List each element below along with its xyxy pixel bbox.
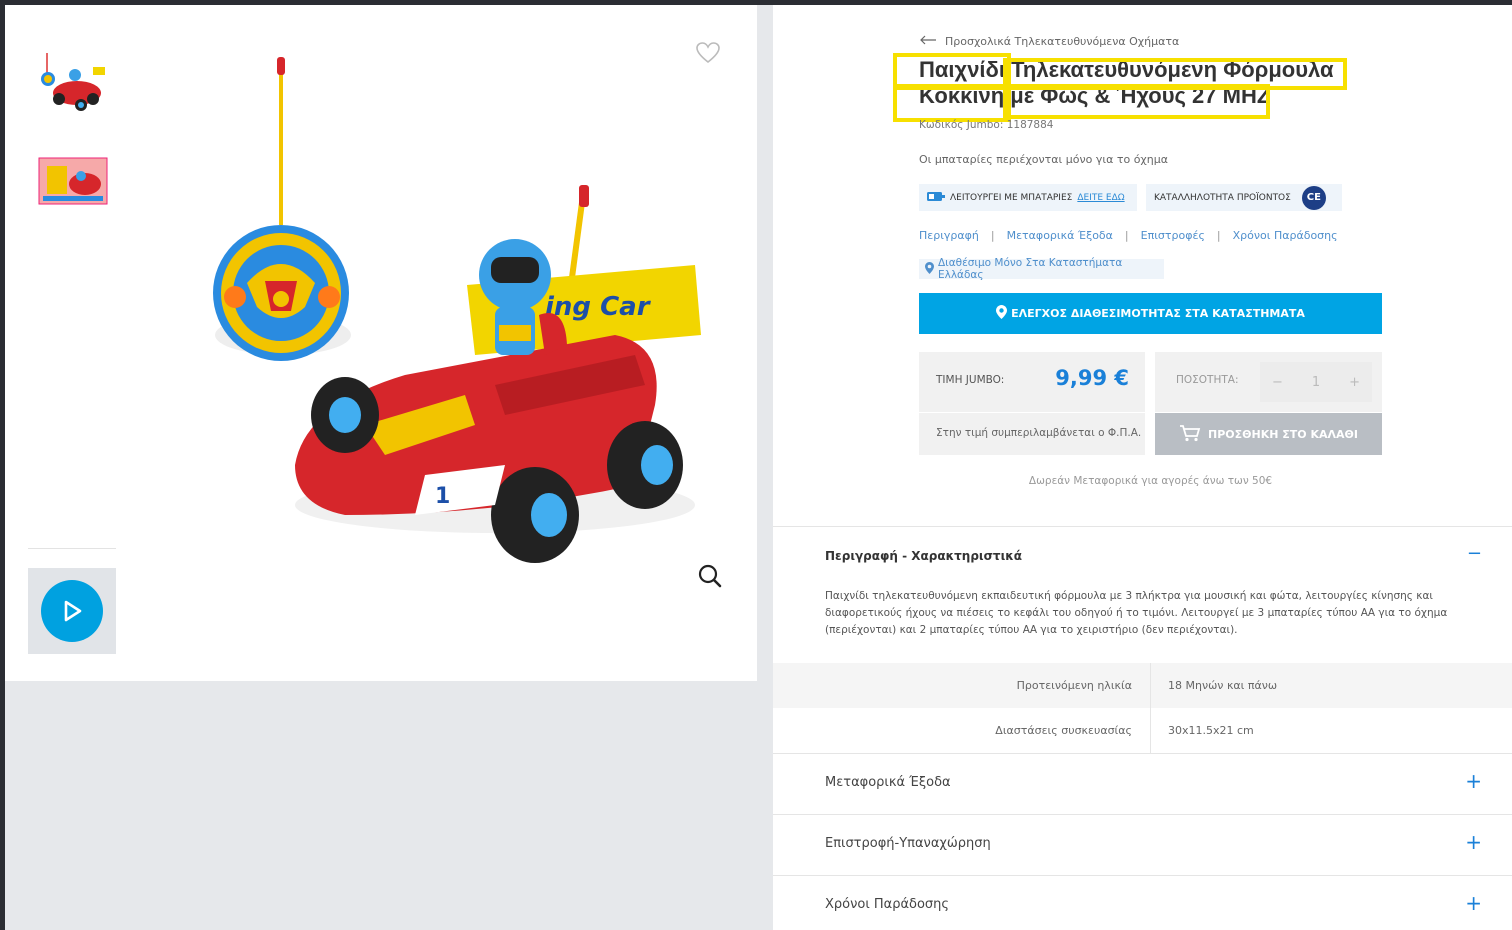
spec-divider [1150, 708, 1151, 753]
accordion-returns[interactable]: Επιστροφή-Υπαναχώρηση + [773, 815, 1512, 876]
batteries-see-here-link[interactable]: ΔΕΙΤΕ ΕΔΩ [1077, 193, 1124, 203]
check-availability-button[interactable]: ΕΛΕΓΧΟΣ ΔΙΑΘΕΣΙΜΟΤΗΤΑΣ ΣΤΑ ΚΑΤΑΣΤΗΜΑΤΑ [919, 293, 1382, 334]
add-to-cart-button[interactable]: ΠΡΟΣΘΗΚΗ ΣΤΟ ΚΑΛΑΘΙ [1155, 413, 1382, 455]
breadcrumb[interactable]: Προσχολικά Τηλεκατευθυνόμενα Οχήματα [919, 35, 1179, 48]
product-main-image[interactable]: ing Car 1 [195, 45, 715, 565]
spec-key: Προτεινόμενη ηλικία [1016, 679, 1132, 692]
vat-box: Στην τιμή συμπεριλαμβάνεται ο Φ.Π.Α. [919, 413, 1145, 455]
stores-only-badge: Διαθέσιμο Μόνο Στα Καταστήματα Ελλάδας [919, 257, 1164, 281]
expand-toggle[interactable]: + [1465, 830, 1482, 854]
svg-text:1: 1 [435, 484, 450, 509]
free-shipping-note: Δωρεάν Μεταφορικά για αγορές άνω των 50€ [1028, 475, 1273, 487]
svg-text:ing Car: ing Car [545, 292, 652, 322]
spec-value: 18 Μηνών και πάνω [1168, 679, 1278, 692]
tab-separator: | [1124, 229, 1129, 242]
price-label: ΤΙΜΗ JUMBO: [936, 374, 1005, 386]
breadcrumb-label: Προσχολικά Τηλεκατευθυνόμενα Οχήματα [945, 35, 1180, 48]
thumbnail-divider [28, 548, 116, 549]
price-box: ΤΙΜΗ JUMBO: 9,99 € [919, 352, 1145, 412]
stores-only-label: Διαθέσιμο Μόνο Στα Καταστήματα Ελλάδας [938, 257, 1123, 281]
spec-row: Διαστάσεις συσκευασίας 30x11.5x21 cm [773, 708, 1512, 753]
cart-icon [1179, 424, 1201, 445]
quantity-decrease-button[interactable]: − [1272, 375, 1283, 390]
location-pin-icon [996, 305, 1008, 322]
accordion-delivery-times[interactable]: Χρόνοι Παράδοσης + [773, 876, 1512, 930]
accordion-label: Χρόνοι Παράδοσης [825, 897, 950, 912]
expand-toggle[interactable]: + [1465, 769, 1482, 793]
location-pin-icon [925, 261, 934, 277]
accordion-label: Μεταφορικά Έξοδα [825, 775, 951, 790]
price-value: 9,99 € [1055, 366, 1129, 390]
collapse-toggle[interactable]: − [1467, 543, 1482, 564]
tab-delivery-times[interactable]: Χρόνοι Παράδοσης [1233, 229, 1338, 242]
suitability-badge[interactable]: ΚΑΤΑΛΛΗΛΟΤΗΤΑ ΠΡΟΪΟΝΤΟΣ CE [1146, 184, 1342, 211]
add-to-cart-label: ΠΡΟΣΘΗΚΗ ΣΤΟ ΚΑΛΑΘΙ [1208, 427, 1358, 441]
vat-note: Στην τιμή συμπεριλαμβάνεται ο Φ.Π.Α. [936, 427, 1142, 439]
spec-value: 30x11.5x21 cm [1168, 724, 1254, 737]
play-icon [41, 580, 103, 642]
product-thumbnail-box[interactable] [33, 150, 113, 212]
quantity-increase-button[interactable]: + [1349, 375, 1360, 390]
batteries-badge: ΛΕΙΤΟΥΡΓΕΙ ΜΕ ΜΠΑΤΑΡΙΕΣ ΔΕΙΤΕ ΕΔΩ [919, 184, 1137, 211]
title-highlight-box [1003, 84, 1270, 119]
quantity-value[interactable]: 1 [1312, 375, 1320, 390]
suitability-badge-label: ΚΑΤΑΛΛΗΛΟΤΗΤΑ ΠΡΟΪΟΝΤΟΣ [1154, 192, 1291, 203]
tab-separator: | [990, 229, 995, 242]
accordion-label: Επιστροφή-Υπαναχώρηση [825, 836, 991, 851]
title-highlight-box [893, 84, 1011, 122]
tab-returns[interactable]: Επιστροφές [1141, 229, 1205, 242]
quantity-box: ΠΟΣΟΤΗΤΑ: − 1 + [1155, 352, 1382, 412]
zoom-icon[interactable] [697, 563, 723, 593]
quantity-stepper: − 1 + [1260, 362, 1372, 402]
section-divider [773, 526, 1512, 527]
video-thumbnail[interactable] [28, 568, 116, 654]
product-gallery: ing Car 1 [5, 5, 757, 681]
accordion-shipping-costs[interactable]: Μεταφορικά Έξοδα + [773, 754, 1512, 815]
batteries-badge-label: ΛΕΙΤΟΥΡΓΕΙ ΜΕ ΜΠΑΤΑΡΙΕΣ [950, 192, 1073, 203]
tab-separator: | [1216, 229, 1221, 242]
check-availability-label: ΕΛΕΓΧΟΣ ΔΙΑΘΕΣΙΜΟΤΗΤΑΣ ΣΤΑ ΚΑΤΑΣΤΗΜΑΤΑ [1011, 307, 1305, 320]
tab-description[interactable]: Περιγραφή [919, 229, 979, 242]
expand-toggle[interactable]: + [1465, 891, 1482, 915]
description-body: Παιχνίδι τηλεκατευθυνόμενη εκπαιδευτική … [825, 590, 1448, 636]
description-heading[interactable]: Περιγραφή - Χαρακτηριστικά [825, 549, 1022, 563]
product-thumbnail-car[interactable] [33, 51, 113, 113]
product-info-tabs: Περιγραφή | Μεταφορικά Έξοδα | Επιστροφέ… [919, 229, 1338, 242]
spec-divider [1150, 663, 1151, 708]
product-details-panel: Προσχολικά Τηλεκατευθυνόμενα Οχήματα Παι… [773, 5, 1512, 930]
spec-row: Προτεινόμενη ηλικία 18 Μηνών και πάνω [773, 663, 1512, 708]
quantity-label: ΠΟΣΟΤΗΤΑ: [1176, 374, 1239, 386]
product-sku: Κωδικός Jumbo: 1187884 [919, 119, 1054, 131]
arrow-left-icon [919, 35, 937, 48]
ce-mark-icon: CE [1301, 185, 1326, 210]
heart-icon[interactable] [695, 41, 721, 69]
spec-key: Διαστάσεις συσκευασίας [995, 724, 1132, 737]
battery-note: Οι μπαταρίες περιέχονται μόνο για το όχη… [919, 153, 1168, 166]
battery-icon [927, 191, 945, 204]
tab-shipping-costs[interactable]: Μεταφορικά Έξοδα [1007, 229, 1113, 242]
